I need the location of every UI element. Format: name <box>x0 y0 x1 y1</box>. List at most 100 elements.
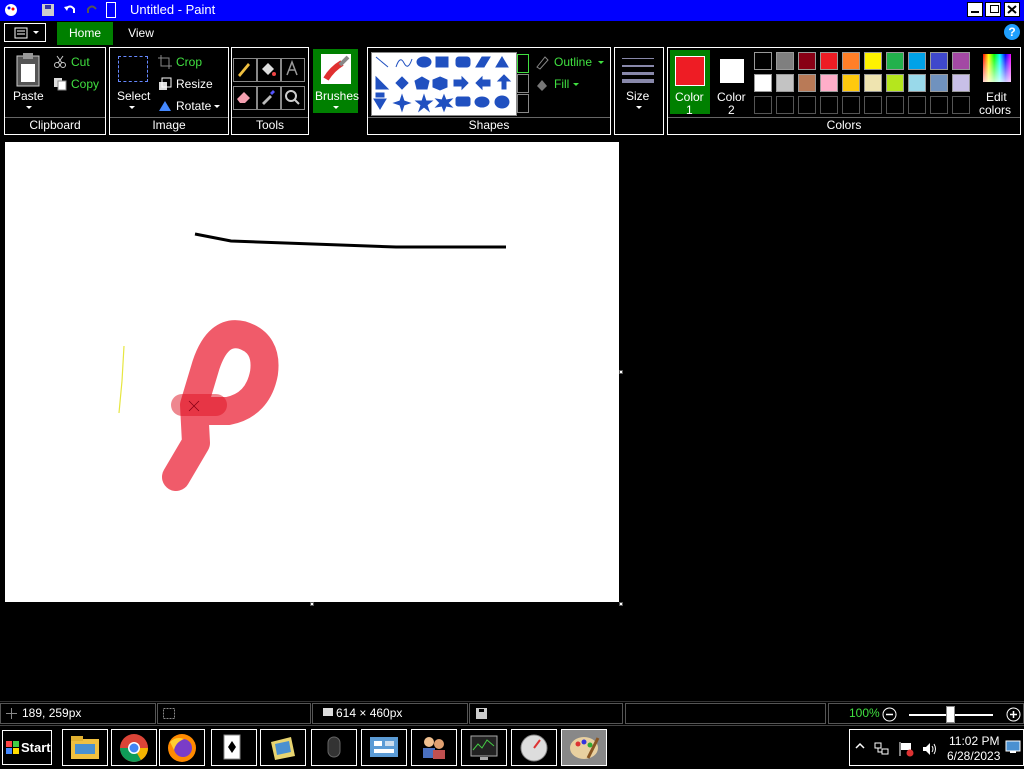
shapes-scroll-up-button[interactable] <box>517 54 529 73</box>
canvas-resize-handle-corner[interactable] <box>619 602 623 606</box>
zoom-slider-thumb[interactable] <box>946 706 955 723</box>
taskbar-paint[interactable] <box>561 729 607 766</box>
palette-swatch[interactable] <box>820 52 838 70</box>
customize-quick-access-button[interactable] <box>106 2 116 18</box>
palette-swatch[interactable] <box>886 74 904 92</box>
restore-button[interactable] <box>985 2 1001 17</box>
custom-color-slot[interactable] <box>864 96 882 114</box>
canvas-resize-handle-right[interactable] <box>619 370 623 374</box>
custom-color-slot[interactable] <box>842 96 860 114</box>
fill-button[interactable]: Fill <box>554 77 569 91</box>
crop-icon[interactable] <box>158 55 172 69</box>
paint-app-icon[interactable] <box>3 2 19 18</box>
taskbar-network-monitor[interactable] <box>511 729 557 766</box>
taskbar-solitaire[interactable] <box>211 729 257 766</box>
palette-swatch[interactable] <box>908 52 926 70</box>
resize-button[interactable]: Resize <box>176 77 213 91</box>
tab-home[interactable]: Home <box>57 22 113 45</box>
color2-button[interactable]: Color 2 <box>714 50 750 117</box>
outline-button[interactable]: Outline <box>554 55 592 69</box>
paste-button[interactable]: Paste <box>13 89 44 103</box>
palette-swatch[interactable] <box>952 74 970 92</box>
start-button[interactable]: Start <box>2 730 52 765</box>
taskbar-chrome[interactable] <box>111 729 157 766</box>
clock-date[interactable]: 6/28/2023 <box>947 749 1000 763</box>
pencil-tool[interactable] <box>233 58 257 82</box>
rotate-icon[interactable] <box>158 99 172 113</box>
palette-swatch[interactable] <box>886 52 904 70</box>
action-center-icon[interactable] <box>898 741 914 757</box>
crop-button[interactable]: Crop <box>176 55 202 69</box>
shapes-gallery[interactable] <box>371 52 517 116</box>
taskbar-briefcase[interactable] <box>260 729 306 766</box>
help-button[interactable]: ? <box>1004 24 1020 40</box>
show-hidden-icons-button[interactable] <box>855 741 865 753</box>
palette-swatch[interactable] <box>798 74 816 92</box>
windows-logo-icon <box>6 741 19 754</box>
eraser-tool[interactable] <box>233 86 257 110</box>
undo-icon[interactable] <box>62 2 78 18</box>
brushes-button[interactable]: Brushes <box>313 49 359 113</box>
select-icon[interactable] <box>118 56 148 82</box>
palette-swatch[interactable] <box>776 74 794 92</box>
custom-color-slot[interactable] <box>820 96 838 114</box>
select-button[interactable]: Select <box>117 89 150 103</box>
palette-swatch[interactable] <box>754 74 772 92</box>
cut-button[interactable]: Cut <box>71 55 90 69</box>
tab-view[interactable]: View <box>117 22 165 45</box>
network-icon[interactable] <box>874 741 890 757</box>
magnifier-tool[interactable] <box>281 86 305 110</box>
color-picker-tool[interactable] <box>257 86 281 110</box>
canvas-resize-handle-bottom[interactable] <box>310 602 314 606</box>
file-menu-button[interactable] <box>4 23 46 42</box>
palette-swatch[interactable] <box>930 74 948 92</box>
palette-swatch[interactable] <box>908 74 926 92</box>
volume-icon[interactable] <box>922 741 938 757</box>
custom-color-slot[interactable] <box>930 96 948 114</box>
palette-swatch[interactable] <box>754 52 772 70</box>
paste-icon[interactable] <box>13 52 43 88</box>
custom-color-slot[interactable] <box>908 96 926 114</box>
fill-tool[interactable] <box>257 58 281 82</box>
taskbar-task-manager[interactable] <box>461 729 507 766</box>
taskbar-mouse[interactable] <box>311 729 357 766</box>
drawing-canvas[interactable] <box>5 142 619 602</box>
zoom-in-button[interactable] <box>1006 707 1021 722</box>
custom-color-slot[interactable] <box>754 96 772 114</box>
minimize-button[interactable] <box>967 2 983 17</box>
custom-color-slot[interactable] <box>886 96 904 114</box>
shapes-more-button[interactable] <box>517 94 529 113</box>
taskbar-control-panel[interactable] <box>361 729 407 766</box>
clock-time[interactable]: 11:02 PM <box>949 734 999 748</box>
taskbar-firefox[interactable] <box>159 729 205 766</box>
palette-swatch[interactable] <box>930 52 948 70</box>
custom-color-slot[interactable] <box>776 96 794 114</box>
palette-swatch[interactable] <box>798 52 816 70</box>
palette-swatch[interactable] <box>820 74 838 92</box>
close-button[interactable] <box>1004 2 1020 17</box>
text-tool[interactable] <box>281 58 305 82</box>
palette-swatch[interactable] <box>952 52 970 70</box>
rotate-button[interactable]: Rotate <box>176 99 211 113</box>
palette-swatch[interactable] <box>842 52 860 70</box>
taskbar-file-explorer[interactable] <box>62 729 108 766</box>
color1-button[interactable]: Color 1 <box>670 50 710 117</box>
palette-swatch[interactable] <box>842 74 860 92</box>
size-group[interactable]: Size <box>614 47 664 135</box>
redo-icon[interactable] <box>84 2 100 18</box>
palette-swatch[interactable] <box>864 74 882 92</box>
show-desktop-icon[interactable] <box>1005 740 1021 754</box>
copy-button[interactable]: Copy <box>71 77 99 91</box>
palette-swatch[interactable] <box>776 52 794 70</box>
custom-color-slot[interactable] <box>798 96 816 114</box>
save-icon[interactable] <box>40 2 56 18</box>
resize-icon[interactable] <box>158 77 172 91</box>
shapes-scroll-down-button[interactable] <box>517 74 529 93</box>
edit-colors-button[interactable]: Edit colors <box>976 50 1020 117</box>
taskbar-users[interactable] <box>411 729 457 766</box>
custom-color-slot[interactable] <box>952 96 970 114</box>
copy-icon[interactable] <box>53 77 67 91</box>
palette-swatch[interactable] <box>864 52 882 70</box>
cut-icon[interactable] <box>53 55 67 69</box>
zoom-out-button[interactable] <box>882 707 897 722</box>
